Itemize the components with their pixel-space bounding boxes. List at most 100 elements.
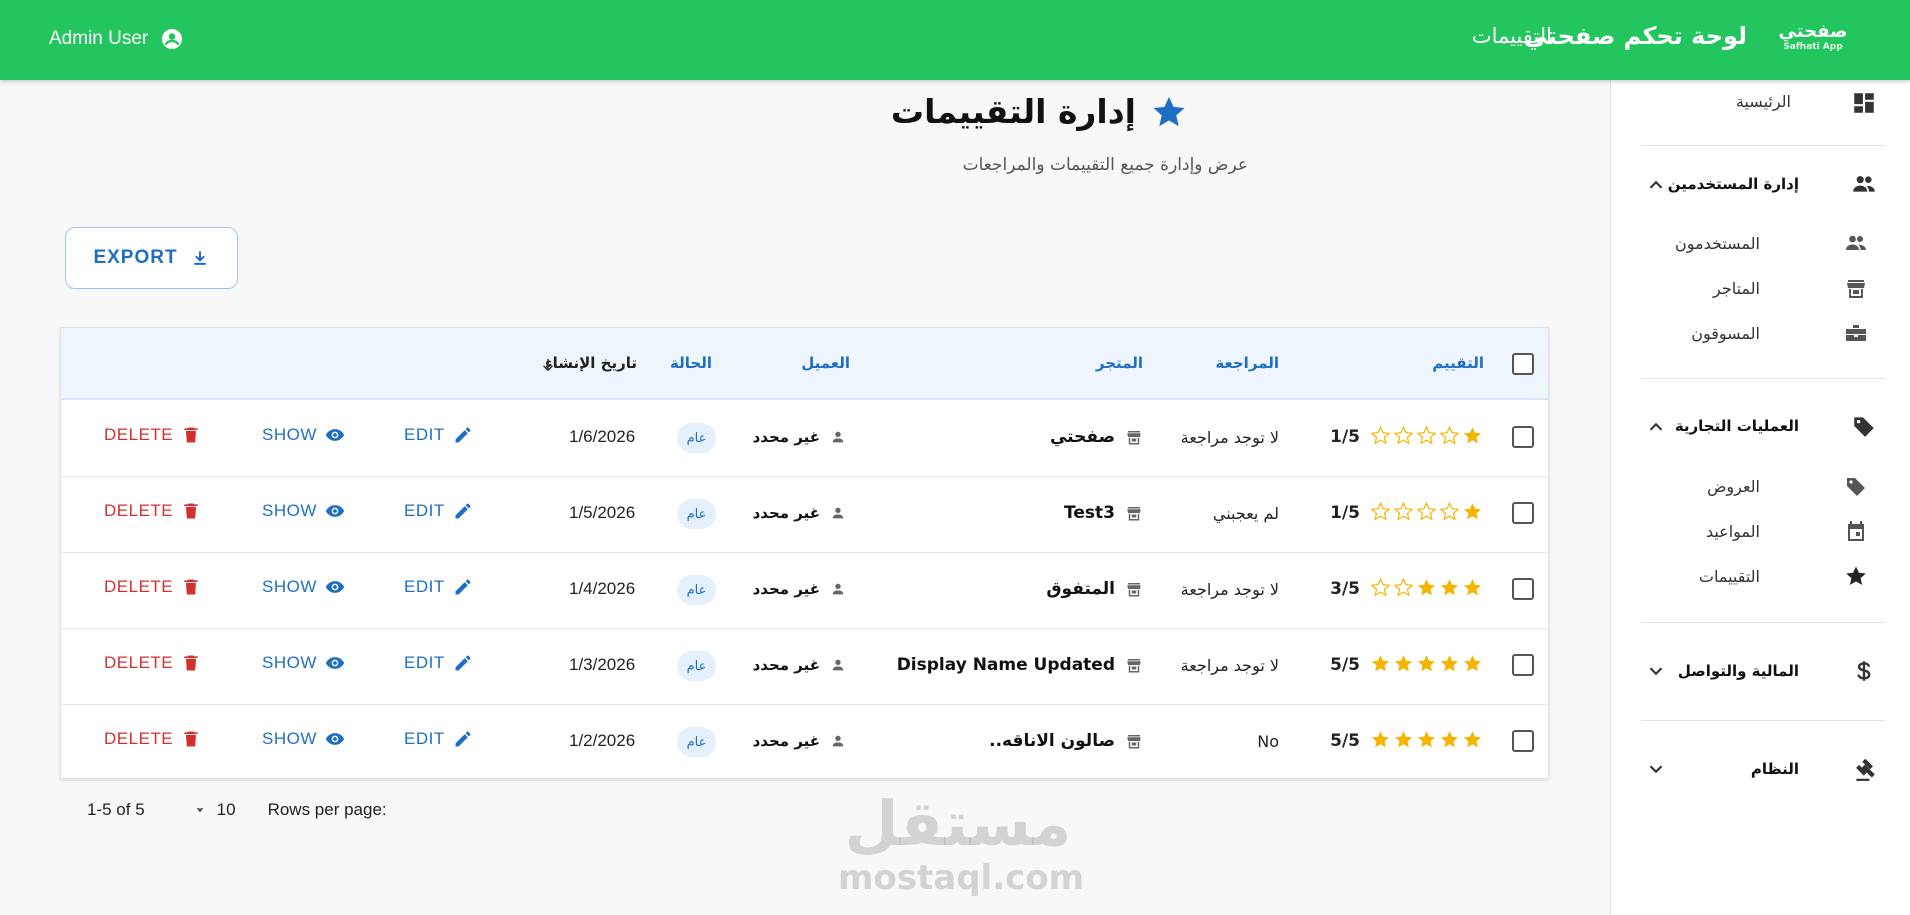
user-menu[interactable]: Admin User: [49, 27, 184, 51]
rating-stars: [1370, 653, 1483, 674]
store-name: صالون الاناقه..: [989, 731, 1115, 751]
show-label: SHOW: [262, 653, 317, 672]
show-label: SHOW: [262, 501, 317, 520]
store-icon: [1127, 431, 1141, 445]
star-filled-icon: [1394, 731, 1413, 748]
delete-button[interactable]: DELETE: [104, 577, 201, 597]
dashboard-icon: [1854, 93, 1874, 113]
store-cell[interactable]: Display Name Updated: [897, 655, 1143, 675]
row-checkbox[interactable]: [1512, 502, 1534, 524]
delete-button[interactable]: DELETE: [104, 653, 201, 673]
chevron-down-icon[interactable]: [1645, 660, 1667, 682]
store-icon: [1127, 507, 1141, 521]
star-icon: [1846, 566, 1866, 585]
review-text: لا توجد مراجعة: [1180, 428, 1279, 447]
header-review[interactable]: المراجعة: [1215, 354, 1279, 372]
table-row[interactable]: 5/5 لا توجد مراجعة Display Name Updated …: [61, 629, 1548, 705]
delete-button[interactable]: DELETE: [104, 501, 201, 521]
edit-button[interactable]: EDIT: [404, 501, 473, 521]
star-filled-icon: [1463, 503, 1482, 520]
client-name: غير محدد: [752, 504, 820, 522]
star-filled-icon: [1417, 731, 1436, 748]
trash-icon: [184, 427, 198, 443]
sidebar-label-reviews: التقييمات: [1698, 567, 1760, 586]
show-button[interactable]: SHOW: [262, 501, 345, 521]
status-badge: عام: [677, 651, 716, 681]
show-button[interactable]: SHOW: [262, 577, 345, 597]
sort-arrow-down-icon[interactable]: [539, 356, 557, 374]
main-content: إدارة التقييمات عرض وإدارة جميع التقييما…: [0, 80, 1610, 915]
person-icon: [832, 735, 844, 747]
delete-button[interactable]: DELETE: [104, 729, 201, 749]
status-badge: عام: [677, 423, 716, 453]
chevron-down-icon[interactable]: [193, 803, 207, 817]
sidebar-group-label-users: إدارة المستخدمين: [1667, 175, 1799, 193]
app-title[interactable]: لوحة تحكم صفحتي: [1523, 22, 1747, 50]
table-row[interactable]: 5/5 No صالون الاناقه.. غير محدد عام 1/2/…: [61, 705, 1548, 781]
trash-icon: [184, 503, 198, 519]
client-name: غير محدد: [752, 428, 820, 446]
header-client[interactable]: العميل: [801, 354, 850, 372]
store-cell[interactable]: المتفوق: [1046, 579, 1143, 599]
rows-per-page-select[interactable]: 10: [217, 800, 236, 820]
account-circle-icon: [162, 29, 183, 49]
header-status[interactable]: الحالة: [670, 354, 712, 372]
show-button[interactable]: SHOW: [262, 653, 345, 673]
edit-button[interactable]: EDIT: [404, 653, 473, 673]
row-checkbox[interactable]: [1512, 654, 1534, 676]
sidebar-divider: [1641, 720, 1885, 721]
header-store[interactable]: المتجر: [1096, 354, 1143, 372]
row-checkbox[interactable]: [1512, 730, 1534, 752]
row-checkbox[interactable]: [1512, 578, 1534, 600]
review-text: لا توجد مراجعة: [1180, 656, 1279, 675]
star-filled-icon: [1371, 655, 1390, 672]
app-logo[interactable]: صفحتي Safhati App: [1773, 22, 1853, 56]
chevron-up-icon[interactable]: [1645, 416, 1667, 438]
review-text: لم يعجبني: [1212, 504, 1279, 523]
edit-label: EDIT: [404, 653, 445, 672]
star-outline-icon: [1393, 501, 1414, 521]
header-rating[interactable]: التقييم: [1432, 354, 1484, 372]
store-icon: [1127, 583, 1141, 597]
header-created-date[interactable]: تاريخ الإنشاء: [545, 354, 637, 372]
select-all-checkbox[interactable]: [1512, 353, 1534, 375]
eye-icon: [325, 733, 345, 745]
store-icon: [1127, 735, 1141, 749]
table-row[interactable]: 3/5 لا توجد مراجعة المتفوق غير محدد عام …: [61, 553, 1548, 629]
created-date: 1/2/2026: [569, 731, 636, 750]
show-label: SHOW: [262, 425, 317, 444]
export-button[interactable]: EXPORT: [65, 227, 238, 289]
store-icon: [1847, 280, 1865, 298]
logo-text: صفحتي: [1778, 21, 1848, 42]
row-checkbox[interactable]: [1512, 426, 1534, 448]
delete-label: DELETE: [104, 729, 174, 748]
pencil-icon: [455, 655, 471, 671]
delete-button[interactable]: DELETE: [104, 425, 201, 445]
dollar-icon: [1857, 661, 1871, 681]
rating-stars: [1370, 501, 1483, 522]
review-text: No: [1257, 732, 1279, 751]
edit-button[interactable]: EDIT: [404, 425, 473, 445]
sidebar-group-label-system: النظام: [1750, 760, 1799, 778]
app-header: Admin User التقييمات لوحة تحكم صفحتي صفح…: [0, 0, 1910, 80]
client-cell: غير محدد: [753, 656, 846, 674]
edit-button[interactable]: EDIT: [404, 577, 473, 597]
tag-icon: [1854, 417, 1874, 437]
edit-button[interactable]: EDIT: [404, 729, 473, 749]
edit-label: EDIT: [404, 577, 445, 596]
table-row[interactable]: 1/5 لم يعجبني Test3 غير محدد عام 1/5/202…: [61, 477, 1548, 553]
chevron-up-icon[interactable]: [1645, 174, 1667, 196]
store-cell[interactable]: صفحتي: [1050, 427, 1143, 447]
show-button[interactable]: SHOW: [262, 729, 345, 749]
people-icon: [1846, 235, 1866, 250]
store-cell[interactable]: Test3: [1064, 503, 1143, 523]
delete-label: DELETE: [104, 577, 174, 596]
table-row[interactable]: 1/5 لا توجد مراجعة صفحتي غير محدد عام 1/…: [61, 401, 1548, 477]
pagination-range: 1-5 of 5: [87, 800, 145, 819]
rating-value: 1/5: [1330, 427, 1360, 447]
chevron-down-icon[interactable]: [1645, 758, 1667, 780]
edit-label: EDIT: [404, 729, 445, 748]
show-button[interactable]: SHOW: [262, 425, 345, 445]
store-cell[interactable]: صالون الاناقه..: [989, 731, 1143, 751]
people-icon: [1853, 176, 1875, 192]
